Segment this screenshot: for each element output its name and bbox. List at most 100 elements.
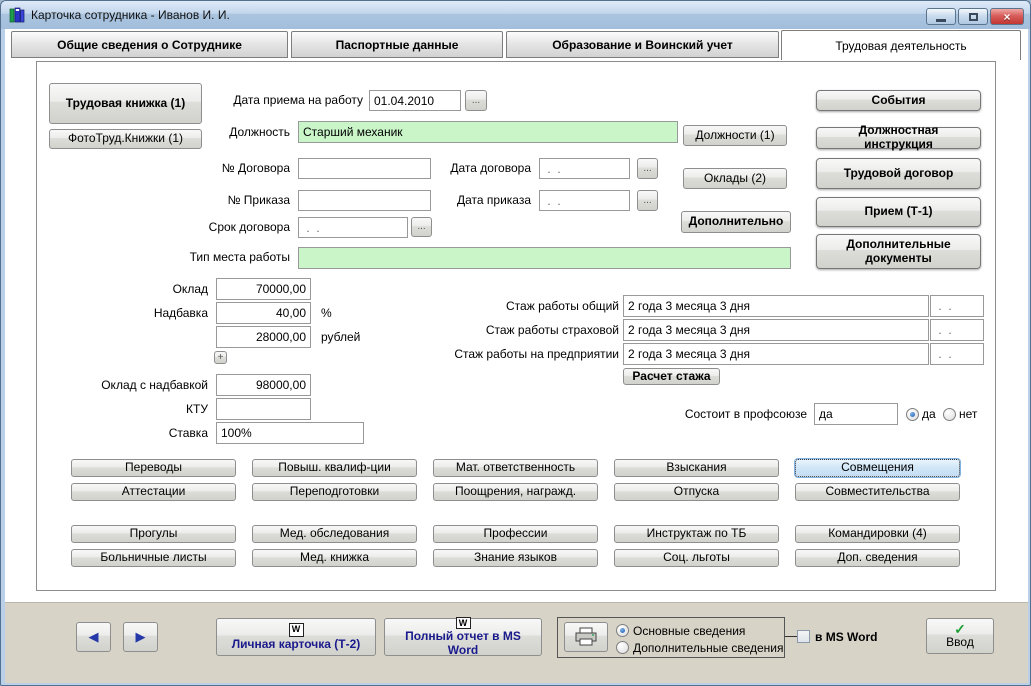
order-date-input[interactable]: [539, 190, 630, 211]
qualification-upgrade-button[interactable]: Повыш. квалиф-ции: [252, 459, 417, 477]
workplace-type-input[interactable]: [298, 247, 791, 269]
print-additional-radio[interactable]: [616, 641, 629, 654]
print-main-label: Основные сведения: [633, 624, 746, 638]
union-no-label: нет: [959, 407, 978, 421]
safety-training-button[interactable]: Инструктаж по ТБ: [614, 525, 779, 543]
professions-button[interactable]: Профессии: [433, 525, 598, 543]
rewards-button[interactable]: Поощрения, награжд.: [433, 483, 598, 501]
experience-total-label: Стаж работы общий: [506, 299, 619, 313]
base-salary-label: Оклад: [172, 282, 208, 296]
experience-insured-date-input[interactable]: [930, 319, 984, 341]
close-button[interactable]: ×: [990, 8, 1024, 25]
experience-company-date-input[interactable]: [930, 343, 984, 365]
titlebar[interactable]: Карточка сотрудника - Иванов И. И. ×: [1, 1, 1030, 29]
arrow-right-icon: ▶: [135, 628, 146, 644]
printer-icon: [575, 627, 597, 646]
position-input[interactable]: [298, 121, 678, 143]
maximize-icon: [968, 12, 978, 21]
order-date-browse-button[interactable]: ...: [637, 190, 658, 211]
print-button[interactable]: [564, 622, 608, 652]
medical-exams-button[interactable]: Мед. обследования: [252, 525, 417, 543]
tab-general[interactable]: Общие сведения о Сотруднике: [11, 31, 288, 58]
window-title: Карточка сотрудника - Иванов И. И.: [31, 8, 230, 22]
experience-total-date-input[interactable]: [930, 295, 984, 317]
positions-list-button[interactable]: Должности (1): [683, 125, 787, 146]
word-doc-icon: W: [288, 622, 304, 637]
minimize-button[interactable]: [926, 8, 956, 25]
bonus-rub-input[interactable]: [216, 326, 311, 348]
hire-date-label: Дата приема на работу: [233, 93, 363, 107]
attestations-button[interactable]: Аттестации: [71, 483, 236, 501]
workplace-type-label: Тип места работы: [189, 250, 290, 264]
bonus-label: Надбавка: [153, 306, 208, 320]
penalties-button[interactable]: Взыскания: [614, 459, 779, 477]
additional-button[interactable]: Дополнительно: [681, 211, 791, 233]
vacations-button[interactable]: Отпуска: [614, 483, 779, 501]
absences-button[interactable]: Прогулы: [71, 525, 236, 543]
hiring-t1-button[interactable]: Прием (Т-1): [816, 197, 981, 227]
bonus-percent-input[interactable]: [216, 302, 311, 324]
next-record-button[interactable]: ▶: [123, 622, 158, 652]
experience-company-input[interactable]: [623, 343, 929, 365]
total-salary-label: Оклад с надбавкой: [101, 378, 208, 392]
connector-line: [785, 636, 797, 637]
minimize-icon: [936, 18, 946, 22]
prev-record-button[interactable]: ◀: [76, 622, 111, 652]
rate-input[interactable]: [216, 422, 364, 444]
base-salary-input[interactable]: [216, 278, 311, 300]
employment-contract-button[interactable]: Трудовой договор: [816, 158, 981, 189]
bonus-plus-button[interactable]: +: [214, 351, 227, 364]
total-salary-input[interactable]: [216, 374, 311, 396]
contract-no-label: № Договора: [221, 161, 290, 175]
experience-insured-input[interactable]: [623, 319, 929, 341]
app-books-icon: [9, 7, 25, 23]
ktu-input[interactable]: [216, 398, 311, 420]
hire-date-browse-button[interactable]: ...: [465, 90, 487, 111]
social-benefits-button[interactable]: Соц. льготы: [614, 549, 779, 567]
second-jobs-button[interactable]: Совместительства: [795, 483, 960, 501]
tab-passport[interactable]: Паспортные данные: [291, 31, 503, 58]
events-button[interactable]: События: [816, 90, 981, 111]
union-input[interactable]: [814, 403, 898, 425]
tab-education[interactable]: Образование и Воинский учет: [506, 31, 779, 58]
order-date-label: Дата приказа: [456, 193, 531, 207]
rate-label: Ставка: [168, 426, 208, 440]
in-ms-word-checkbox[interactable]: [797, 630, 810, 643]
enter-button[interactable]: ✓ Ввод: [926, 618, 994, 654]
tab-employment[interactable]: Трудовая деятельность: [781, 30, 1021, 60]
contract-term-input[interactable]: [298, 217, 408, 238]
ktu-label: КТУ: [186, 402, 208, 416]
contract-date-label: Дата договора: [450, 161, 531, 175]
union-label: Состоит в профсоюзе: [684, 407, 807, 421]
print-main-radio[interactable]: [616, 624, 629, 637]
maximize-button[interactable]: [958, 8, 988, 25]
hire-date-input[interactable]: [369, 90, 461, 111]
word-doc-icon: W: [455, 616, 471, 629]
material-responsibility-button[interactable]: Мат. ответственность: [433, 459, 598, 477]
employee-card-window: Карточка сотрудника - Иванов И. И. × Общ…: [0, 0, 1031, 686]
sick-leaves-button[interactable]: Больничные листы: [71, 549, 236, 567]
in-ms-word-label: в MS Word: [815, 630, 878, 644]
business-trips-button[interactable]: Командировки (4): [795, 525, 960, 543]
contract-date-browse-button[interactable]: ...: [637, 158, 658, 179]
languages-button[interactable]: Знание языков: [433, 549, 598, 567]
salaries-list-button[interactable]: Оклады (2): [683, 168, 787, 189]
transfers-button[interactable]: Переводы: [71, 459, 236, 477]
union-no-radio[interactable]: [943, 408, 956, 421]
contract-term-browse-button[interactable]: ...: [411, 217, 432, 237]
retraining-button[interactable]: Переподготовки: [252, 483, 417, 501]
job-description-button[interactable]: Должностная инструкция: [816, 123, 981, 151]
personal-card-t2-button[interactable]: W Личная карточка (Т-2): [216, 618, 376, 656]
additional-documents-button[interactable]: Дополнительные документы: [816, 234, 981, 269]
order-no-label: № Приказа: [227, 193, 290, 207]
experience-insured-label: Стаж работы страховой: [485, 323, 619, 337]
combinations-button[interactable]: Совмещения: [795, 459, 960, 477]
union-yes-radio[interactable]: [906, 408, 919, 421]
additional-info-button[interactable]: Доп. сведения: [795, 549, 960, 567]
contract-term-label: Срок договора: [208, 220, 290, 234]
calc-experience-button[interactable]: Расчет стажа: [623, 368, 720, 385]
medical-book-button[interactable]: Мед. книжка: [252, 549, 417, 567]
contract-date-input[interactable]: [539, 158, 630, 179]
experience-total-input[interactable]: [623, 295, 929, 317]
full-report-word-button[interactable]: W Полный отчет в MS Word: [384, 616, 542, 656]
